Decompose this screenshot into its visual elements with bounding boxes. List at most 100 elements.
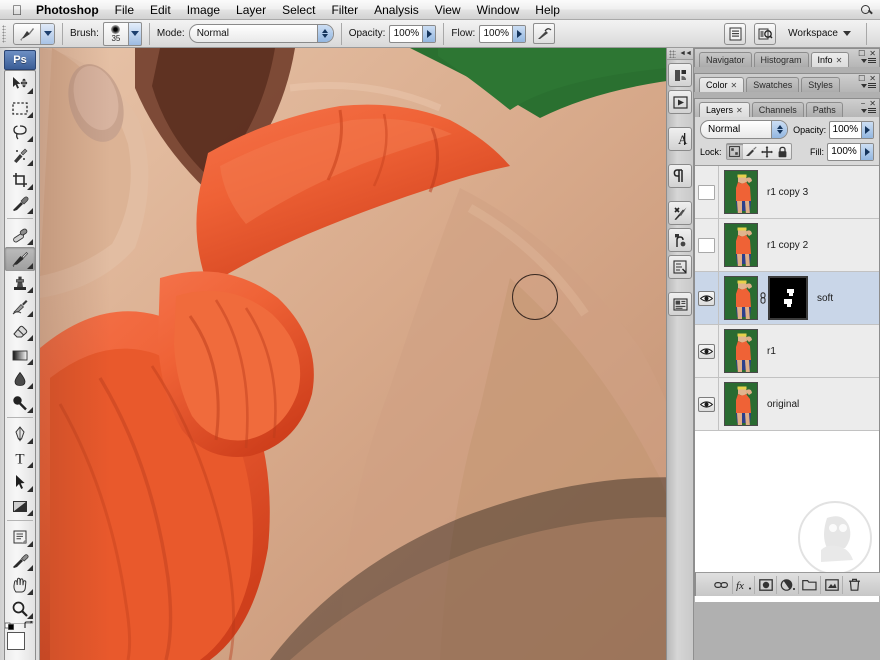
minimize-icon[interactable]: ☐ <box>858 50 865 58</box>
clone-source-panel-icon[interactable] <box>668 228 692 252</box>
layer-visibility-cell[interactable] <box>695 166 719 218</box>
notes-tool[interactable] <box>5 525 35 549</box>
healing-brush-tool[interactable] <box>5 223 35 247</box>
tab-histogram[interactable]: Histogram <box>753 52 809 67</box>
swap-colors-icon[interactable] <box>24 620 35 632</box>
shape-tool[interactable] <box>5 494 35 518</box>
new-adjustment-layer-button[interactable] <box>777 575 799 594</box>
lasso-tool[interactable] <box>5 120 35 144</box>
document-canvas[interactable] <box>40 48 690 660</box>
add-layer-mask-button[interactable] <box>755 575 777 594</box>
zoom-tool[interactable] <box>5 597 35 621</box>
layer-row[interactable]: r1 copy 3 <box>695 166 879 219</box>
brushes-panel-icon[interactable] <box>668 63 692 87</box>
layer-opacity-field[interactable]: 100% <box>829 120 874 139</box>
opacity-slider-arrow-icon[interactable] <box>422 25 436 42</box>
airbrush-icon[interactable] <box>533 23 556 44</box>
layer-opacity-arrow-icon[interactable] <box>860 121 873 138</box>
reset-colors-icon[interactable] <box>4 621 15 632</box>
menu-photoshop[interactable]: Photoshop <box>28 0 107 20</box>
menu-file[interactable]: File <box>107 0 142 20</box>
layer-row[interactable]: soft <box>695 272 879 325</box>
layer-comps-panel-icon[interactable] <box>668 292 692 316</box>
minimize-icon[interactable]: ☐ <box>858 75 865 83</box>
close-icon[interactable]: ✕ <box>869 75 876 83</box>
tab-color[interactable]: Color ✕ <box>699 77 745 93</box>
eye-icon[interactable] <box>698 343 715 359</box>
history-panel-icon[interactable] <box>668 255 692 279</box>
layer-thumbnail[interactable] <box>724 223 758 267</box>
layer-row[interactable]: original <box>695 378 879 431</box>
paragraph-panel-icon[interactable] <box>668 164 692 188</box>
tab-styles[interactable]: Styles <box>801 77 840 92</box>
brush-tool[interactable] <box>5 247 35 271</box>
layer-visibility-cell[interactable] <box>695 272 719 324</box>
new-group-button[interactable] <box>799 575 821 594</box>
spotlight-search-icon[interactable] <box>850 5 880 14</box>
layer-row[interactable]: r1 <box>695 325 879 378</box>
flow-slider-arrow-icon[interactable] <box>512 25 526 42</box>
layer-row[interactable]: r1 copy 2 <box>695 219 879 272</box>
eraser-tool[interactable] <box>5 319 35 343</box>
workspace-dropdown[interactable]: Workspace <box>780 28 859 39</box>
info-panel-menu-icon[interactable] <box>861 58 876 64</box>
layer-visibility-cell[interactable] <box>695 219 719 271</box>
palette-toggle-icon[interactable] <box>724 22 747 45</box>
opacity-field[interactable]: 100% <box>389 24 437 43</box>
hand-tool[interactable] <box>5 573 35 597</box>
eye-icon-hidden[interactable] <box>698 184 715 200</box>
collapse-dock-icon[interactable]: ◄◄ <box>679 50 692 57</box>
dodge-tool[interactable] <box>5 391 35 415</box>
path-selection-tool[interactable] <box>5 470 35 494</box>
menu-help[interactable]: Help <box>527 0 568 20</box>
gradient-tool[interactable] <box>5 343 35 367</box>
layer-thumbnail[interactable] <box>724 276 758 320</box>
tool-preset-picker[interactable] <box>13 22 55 45</box>
blur-tool[interactable] <box>5 367 35 391</box>
dock-header[interactable]: ◄◄ <box>667 48 693 60</box>
eye-icon-hidden[interactable] <box>698 237 715 253</box>
close-icon[interactable]: ✕ <box>736 103 743 118</box>
tab-layers[interactable]: Layers ✕ <box>699 102 750 117</box>
tab-paths[interactable]: Paths <box>805 102 843 117</box>
history-brush-tool[interactable] <box>5 295 35 319</box>
close-icon[interactable]: ✕ <box>869 100 876 108</box>
type-tool[interactable]: T <box>5 446 35 470</box>
apple-icon[interactable]:  <box>6 3 28 17</box>
tab-info[interactable]: Info ✕ <box>810 52 850 68</box>
layers-panel-menu-icon[interactable] <box>861 108 876 114</box>
lock-image-pixels-icon[interactable] <box>743 144 759 159</box>
eyedropper-tool[interactable] <box>5 192 35 216</box>
lock-all-icon[interactable] <box>775 144 791 159</box>
menu-filter[interactable]: Filter <box>323 0 366 20</box>
layer-thumbnail[interactable] <box>724 329 758 373</box>
lock-position-icon[interactable] <box>759 144 775 159</box>
delete-layer-button[interactable] <box>843 576 865 594</box>
menu-view[interactable]: View <box>427 0 469 20</box>
close-icon[interactable]: ✕ <box>731 78 738 93</box>
bridge-icon[interactable] <box>754 22 777 45</box>
layers-list[interactable]: r1 copy 3 r1 copy 2 soft r1 original <box>695 165 879 602</box>
minimize-icon[interactable]: − <box>861 100 866 108</box>
marquee-tool[interactable] <box>5 96 35 120</box>
menu-window[interactable]: Window <box>469 0 528 20</box>
clone-stamp-tool[interactable] <box>5 271 35 295</box>
tab-swatches[interactable]: Swatches <box>746 77 800 92</box>
blend-mode-stepper-icon[interactable] <box>316 25 333 42</box>
foreground-color-swatch[interactable] <box>7 632 25 650</box>
brush-preview[interactable]: 35 <box>102 21 129 46</box>
menu-layer[interactable]: Layer <box>228 0 274 20</box>
color-sampler-tool[interactable] <box>5 549 35 573</box>
layer-thumbnail[interactable] <box>724 170 758 214</box>
layer-blend-mode-select[interactable]: Normal <box>700 120 789 139</box>
quick-selection-tool[interactable] <box>5 144 35 168</box>
layer-visibility-cell[interactable] <box>695 378 719 430</box>
crop-tool[interactable] <box>5 168 35 192</box>
menu-analysis[interactable]: Analysis <box>366 0 427 20</box>
lock-transparent-pixels-icon[interactable] <box>726 144 743 159</box>
eye-icon[interactable] <box>698 290 715 306</box>
options-bar-grip[interactable] <box>0 20 10 48</box>
color-swatches[interactable] <box>4 620 35 660</box>
close-icon[interactable]: ✕ <box>836 53 843 68</box>
layer-style-button[interactable]: fx <box>733 575 755 594</box>
